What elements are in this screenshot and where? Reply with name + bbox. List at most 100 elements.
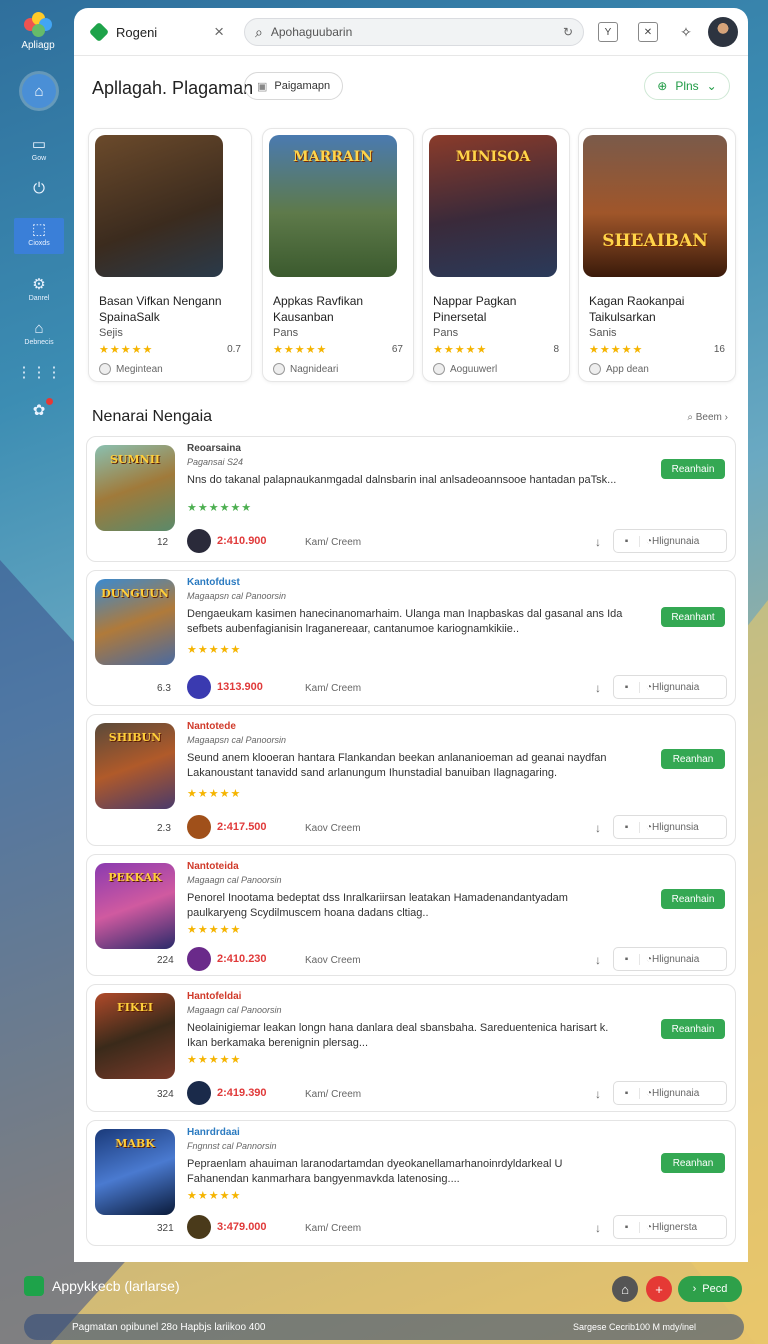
app-logo[interactable]: Apliagp [14, 12, 62, 51]
app-description: Nns do takanal palapnaukanmgadal dalnsba… [187, 474, 617, 486]
clock-icon: ◔ [646, 1087, 653, 1099]
featured-card[interactable]: Basan Vifkan Nengann SpainaSalk Sejis ★★… [88, 128, 252, 382]
game-art: PEKKAK [95, 863, 175, 949]
get-button[interactable]: Reanhan [661, 749, 725, 769]
get-button[interactable]: Reanhant [661, 607, 725, 627]
tab-title: Rogeni [116, 24, 158, 40]
app-name: Kantofdust [187, 577, 240, 588]
rail-item-4[interactable]: ⚙ Danrel [14, 276, 64, 303]
close-icon[interactable]: × [214, 22, 224, 42]
download-icon[interactable]: ↓ [595, 1221, 601, 1235]
lock-icon: ▪ [614, 953, 640, 965]
get-button[interactable]: Reanhan [661, 1153, 725, 1173]
status-left: Pagmatan opibunel 28o Hapbjs lariikoo 40… [72, 1321, 266, 1333]
publisher-icon [187, 529, 211, 553]
logo-label: Apliagp [21, 40, 55, 51]
list-item[interactable]: MABK Hanrdrdaai Fngnnst cal Pannorsin Pe… [86, 1120, 736, 1246]
game-art: MARRAIN [269, 135, 397, 277]
bottom-app[interactable]: Appykkecb (larlarse) [24, 1276, 180, 1296]
list-item[interactable]: PEKKAK Nantoteida Magaagn cal Panoorsin … [86, 854, 736, 976]
rail-item-2[interactable]: ⏻ [14, 180, 64, 198]
action-control[interactable]: ▪ ◔ Hlignunsia [613, 815, 727, 839]
rail-item-1[interactable]: ▭ Gow [14, 136, 64, 163]
game-art: SHIBUN [95, 723, 175, 809]
price: 2:410.230 [187, 947, 267, 971]
featured-title: Appkas Ravfikan Kausanban [273, 294, 364, 324]
search-input[interactable]: ⌕ Apohaguubarin ↻ [244, 18, 584, 46]
action-control[interactable]: ▪ ◔ Hlignersta [613, 1215, 727, 1239]
app-name: Hantofeldai [187, 991, 242, 1002]
add-button[interactable]: + [646, 1276, 672, 1302]
plus-label: Plns [675, 79, 699, 93]
lock-button[interactable]: ⌂ [612, 1276, 638, 1302]
download-icon[interactable]: ↓ [595, 1087, 601, 1101]
get-button[interactable]: Reanhain [661, 889, 725, 909]
art-text: SHIBUN [108, 731, 162, 744]
download-icon[interactable]: ↓ [595, 681, 601, 695]
extensions-button[interactable]: ✧ [676, 22, 696, 42]
get-button[interactable]: Reanhain [661, 1019, 725, 1039]
publisher-icon [187, 947, 211, 971]
lock-icon: ▪ [614, 821, 640, 833]
price: 1313.900 [187, 675, 263, 699]
rail-item-3[interactable]: ⬚ Cioxds [14, 218, 64, 254]
rail-item-6[interactable]: ⋮⋮⋮ [14, 364, 64, 382]
plus-icon: + [655, 1281, 663, 1297]
refresh-icon[interactable]: ↻ [563, 25, 573, 39]
price-value: 2:410.230 [217, 953, 267, 965]
next-button[interactable]: › Pecd [678, 1276, 742, 1302]
developer: Nagnideari [273, 363, 338, 375]
avatar[interactable] [708, 17, 738, 47]
cursor-icon: ⬚ [31, 221, 47, 238]
tools-icon: ✕ [643, 26, 653, 38]
list-item[interactable]: SUMNII Reoarsaina Pagansai S24 Nns do ta… [86, 436, 736, 562]
plus-dropdown[interactable]: ⊕ Plns ⌄ [644, 72, 730, 100]
clock-icon: ◔ [646, 535, 653, 547]
action-control[interactable]: ▪ ◔ Hlignunaia [613, 675, 727, 699]
tools-button[interactable]: ✕ [638, 22, 658, 42]
publisher-icon [187, 675, 211, 699]
app-sub: Magaagn cal Panoorsin [187, 1005, 282, 1015]
list-item[interactable]: SHIBUN Nantotede Magaapsn cal Panoorsin … [86, 714, 736, 846]
developer: Megintean [99, 363, 163, 375]
rating-stars: ★★★★★ [187, 788, 242, 800]
featured-title: Kagan Raokanpai Taikulsarkan [589, 294, 685, 324]
category-pill[interactable]: ▣ Paigamapn [244, 72, 344, 100]
action-control[interactable]: ▪ ◔ Hlignunaia [613, 947, 727, 971]
y-icon: Y [604, 26, 612, 38]
rating-stars: ★★★★★ [187, 1190, 242, 1202]
search-placeholder: Apohaguubarin [270, 25, 353, 39]
app-sub: Pagansai S24 [187, 457, 244, 467]
download-icon[interactable]: ↓ [595, 953, 601, 967]
browser-tab[interactable]: Rogeni × [84, 16, 228, 48]
download-icon[interactable]: ↓ [595, 535, 601, 549]
action-control[interactable]: ▪ ◔ Hlignunaia [613, 529, 727, 553]
featured-card[interactable]: MINISOA Nappar Pagkan Pinersetal Pans ★★… [422, 128, 570, 382]
list-item[interactable]: FIKEI Hantofeldai Magaagn cal Panoorsin … [86, 984, 736, 1112]
download-icon[interactable]: ↓ [595, 821, 601, 835]
rail-item-5[interactable]: ⌂ Debnecis [14, 320, 64, 347]
rail-item-label: Debnecis [24, 339, 54, 346]
featured-sub: Sejis [99, 327, 123, 339]
rail-item-7[interactable]: ✿ [14, 402, 64, 420]
see-more-label: Beem [695, 412, 722, 423]
publisher: Kam/ Creem [305, 1089, 362, 1100]
store-icon: ⌂ [34, 320, 44, 337]
left-rail: Apliagp ⌂ ▭ Gow ⏻ ⬚ Cioxds ⚙ Danrel ⌂ Debnec… [0, 0, 72, 1262]
game-art: DUNGUUN [95, 579, 175, 665]
notification-dot [46, 398, 53, 405]
action-control[interactable]: ▪ ◔ Hlignunaia [613, 1081, 727, 1105]
see-more-link[interactable]: ⌕ Beem › [687, 412, 728, 423]
featured-card[interactable]: MARRAIN Appkas Ravfikan Kausanban Pans ★… [262, 128, 414, 382]
clock-icon: ◔ [646, 821, 653, 833]
get-button[interactable]: Reanhain [661, 459, 725, 479]
featured-card[interactable]: SHEAIBAN Kagan Raokanpai Taikulsarkan Sa… [578, 128, 736, 382]
featured-title: Nappar Pagkan Pinersetal [433, 294, 517, 324]
rating-stars: ★★★★★ [273, 344, 328, 356]
game-art: MABK [95, 1129, 175, 1215]
filter-button[interactable]: Y [598, 22, 618, 42]
developer-icon [99, 363, 111, 375]
rail-home-button[interactable]: ⌂ [22, 74, 56, 108]
list-item[interactable]: DUNGUUN Kantofdust Magaapsn cal Panoorsi… [86, 570, 736, 706]
tab-logo-icon [88, 21, 110, 43]
